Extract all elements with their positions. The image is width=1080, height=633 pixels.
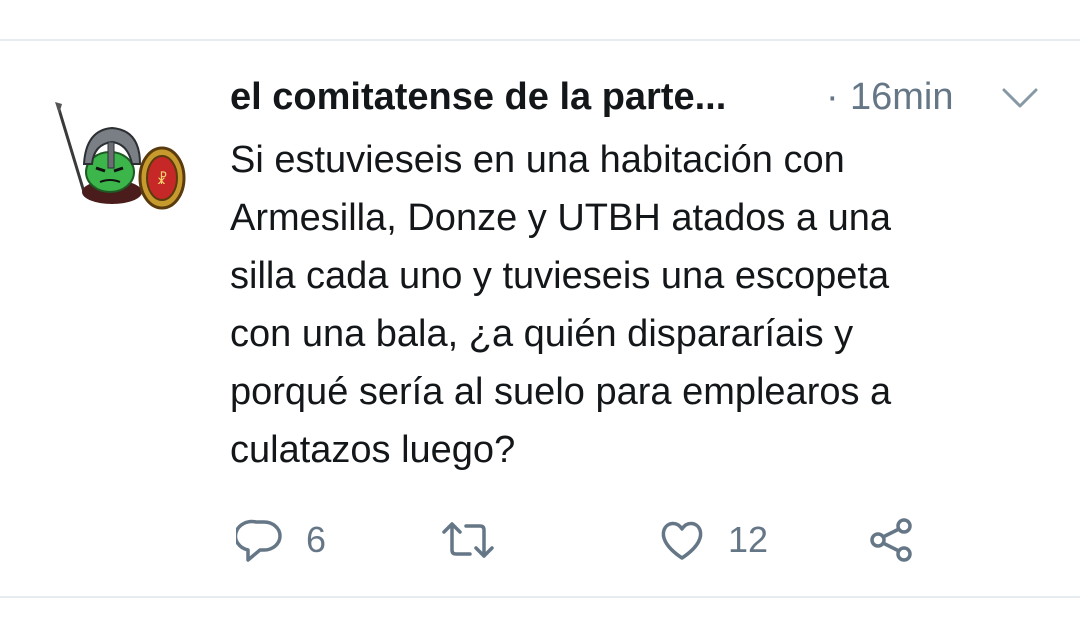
share-icon [868,516,916,564]
tweet-actions: 6 12 [230,512,1030,568]
avatar[interactable]: ☧ [50,100,190,220]
timestamp[interactable]: 16min [850,74,954,120]
retweet-icon [440,516,496,564]
like-button[interactable]: 12 [658,512,768,568]
svg-text:☧: ☧ [157,171,168,188]
like-count: 12 [728,519,769,560]
author-name[interactable]: el comitatense de la parte... [230,74,726,120]
bottom-divider [0,596,1080,598]
reply-button[interactable]: 6 [236,512,326,568]
tweet-header: el comitatense de la parte... · 16min [230,74,1050,122]
chevron-down-icon[interactable] [1000,84,1040,112]
tweet-text: Si estuvieseis en una habitación con Arm… [230,139,892,471]
share-button[interactable] [868,512,916,568]
heart-icon [658,516,706,564]
separator-dot: · [826,76,839,118]
reply-icon [236,516,284,564]
reply-count: 6 [306,519,327,560]
retweet-button[interactable] [440,512,518,568]
